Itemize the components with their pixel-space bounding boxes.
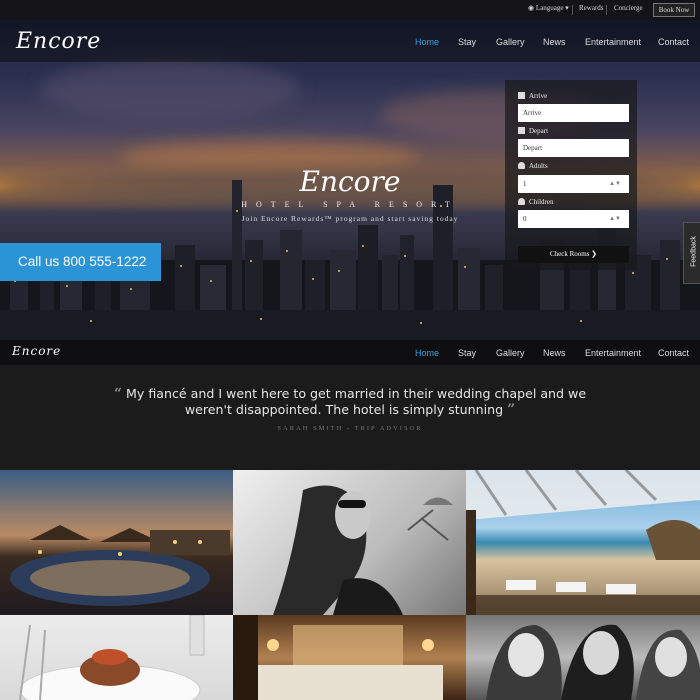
- nav-stay[interactable]: Stay: [458, 37, 476, 47]
- adults-select[interactable]: 1 ▲▼: [518, 175, 629, 193]
- nav-contact[interactable]: Contact: [658, 348, 689, 358]
- hero-tagline: Join Encore Rewards™ program and start s…: [241, 214, 459, 223]
- children-label: Children: [518, 198, 554, 206]
- nav-contact[interactable]: Contact: [658, 37, 689, 47]
- cloud: [40, 60, 300, 120]
- sticky-navigation: Encore Home Stay Gallery News Entertainm…: [0, 340, 700, 365]
- stepper-icon[interactable]: ▲▼: [609, 210, 621, 228]
- stepper-icon[interactable]: ▲▼: [609, 175, 621, 193]
- site-logo-small[interactable]: Encore: [12, 344, 61, 358]
- booking-widget: Arrive Arrive Depart Depart Adults 1 ▲▼ C…: [505, 80, 637, 270]
- quote-close-icon: ”: [507, 402, 516, 418]
- nav-entertainment[interactable]: Entertainment: [585, 348, 641, 358]
- divider: [572, 5, 573, 15]
- concierge-link[interactable]: Concierge: [614, 4, 643, 12]
- woman-scene: [273, 485, 453, 615]
- testimonial-section: “ My fiancé and I went here to get marri…: [0, 365, 700, 470]
- quote-open-icon: “: [113, 386, 122, 402]
- hero-subtitle: HOTEL SPA RESORT: [241, 200, 459, 209]
- call-us-button[interactable]: Call us 800 555-1222: [0, 243, 161, 281]
- adults-label: Adults: [518, 162, 548, 170]
- divider: [606, 5, 607, 15]
- rewards-link[interactable]: Rewards: [579, 4, 604, 12]
- nav-home[interactable]: Home: [415, 37, 439, 47]
- friends-scene: [486, 624, 700, 700]
- arrive-input[interactable]: Arrive: [518, 104, 629, 122]
- room-scene: [233, 615, 443, 700]
- dining-scene: [19, 615, 205, 700]
- gallery-pool-night[interactable]: [0, 470, 233, 615]
- nav-home[interactable]: Home: [415, 348, 439, 358]
- globe-icon: ◉: [528, 4, 535, 12]
- hero-logo: Encore: [299, 165, 401, 198]
- children-select[interactable]: 0 ▲▼: [518, 210, 629, 228]
- testimonial-author: SARAH SMITH - TRIP ADVISOR: [277, 425, 423, 432]
- site-logo[interactable]: Encore: [16, 29, 101, 54]
- calendar-icon: [518, 92, 525, 99]
- beach-scene: [466, 470, 700, 615]
- nav-gallery[interactable]: Gallery: [496, 348, 525, 358]
- depart-input[interactable]: Depart: [518, 139, 629, 157]
- check-rooms-button[interactable]: Check Rooms ❯: [518, 246, 629, 263]
- calendar-icon: [518, 127, 525, 134]
- gallery-fine-dining[interactable]: [0, 615, 233, 700]
- gallery-hotel-room[interactable]: [233, 615, 466, 700]
- nav-news[interactable]: News: [543, 37, 566, 47]
- depart-label: Depart: [518, 127, 548, 135]
- gallery-friends-laughing[interactable]: [466, 615, 700, 700]
- feedback-tab[interactable]: Feedback: [683, 222, 700, 284]
- person-icon: [518, 198, 525, 205]
- arrive-label: Arrive: [518, 92, 547, 100]
- person-icon: [518, 162, 525, 169]
- language-dropdown[interactable]: ◉ Language ▾: [528, 4, 569, 12]
- gallery-beach-cabana[interactable]: [466, 470, 700, 615]
- nav-stay[interactable]: Stay: [458, 348, 476, 358]
- top-utility-bar: ◉ Language ▾ Rewards Concierge Book Now: [0, 0, 700, 20]
- nav-news[interactable]: News: [543, 348, 566, 358]
- pool-scene: [10, 525, 230, 606]
- gallery-woman-cocktail[interactable]: [233, 470, 466, 615]
- caret-down-icon: ▾: [565, 4, 569, 12]
- chevron-right-icon: ❯: [591, 250, 598, 258]
- hero-branding: Encore HOTEL SPA RESORT Join Encore Rewa…: [200, 165, 500, 223]
- nav-gallery[interactable]: Gallery: [496, 37, 525, 47]
- nav-entertainment[interactable]: Entertainment: [585, 37, 641, 47]
- testimonial-quote: “ My fiancé and I went here to get marri…: [113, 386, 587, 418]
- book-now-button[interactable]: Book Now: [653, 3, 695, 17]
- main-navigation: Encore Home Stay Gallery News Entertainm…: [0, 20, 700, 62]
